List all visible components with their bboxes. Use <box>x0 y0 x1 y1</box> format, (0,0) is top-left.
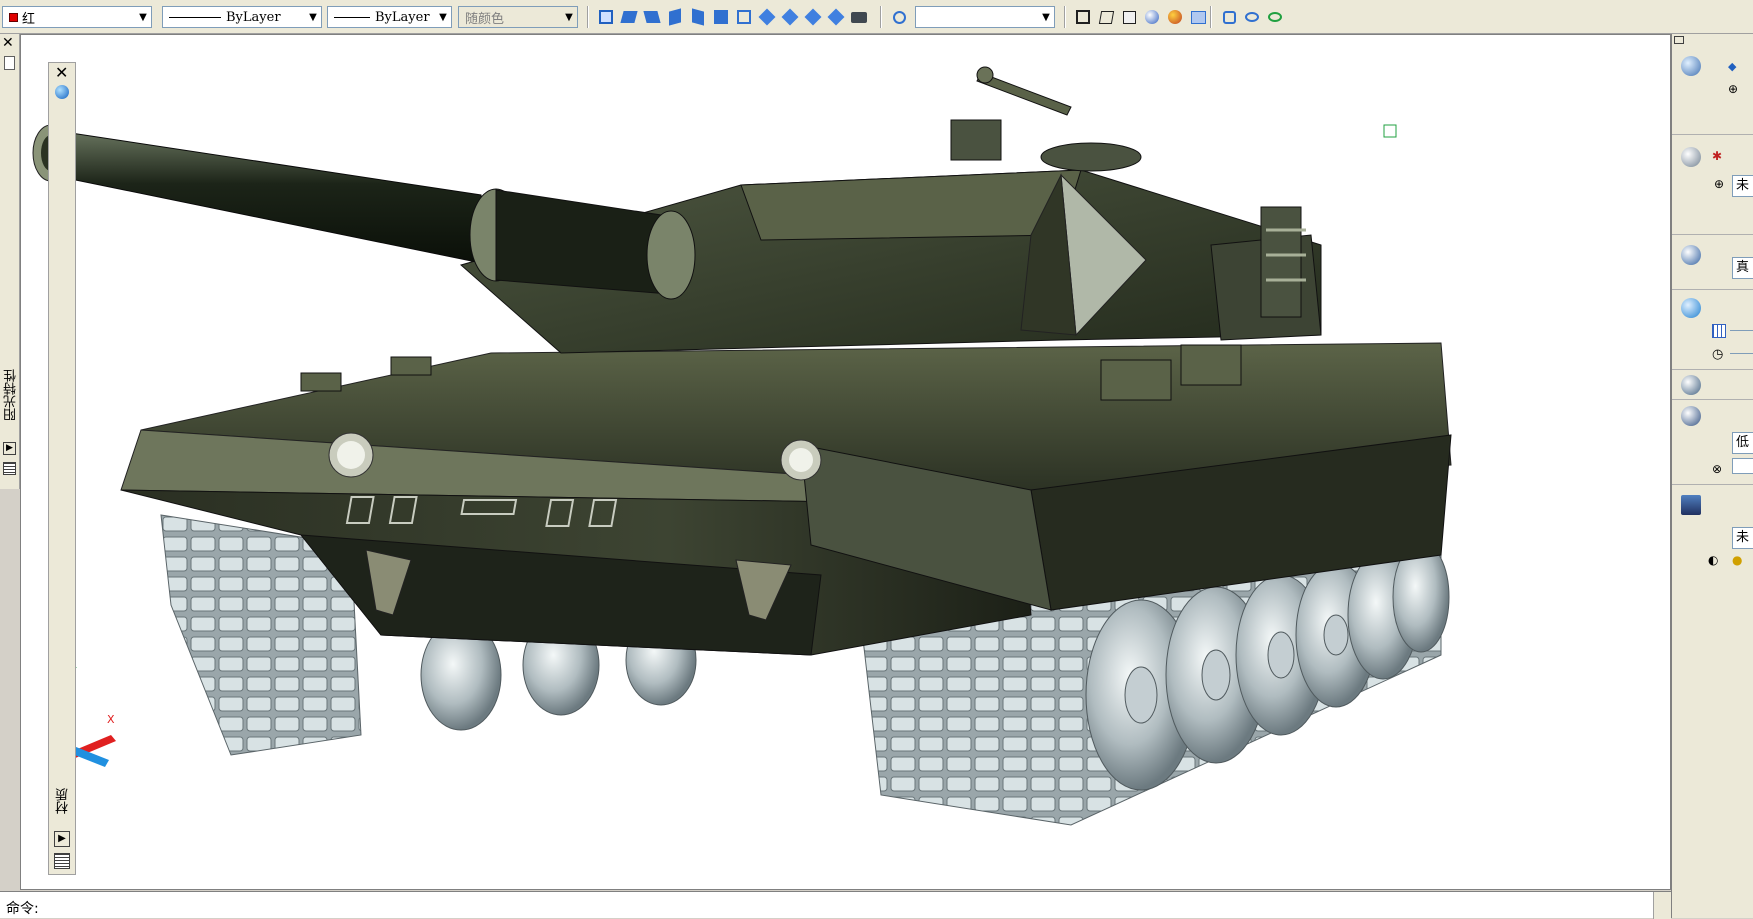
box-icon[interactable]: ◆ <box>1728 60 1736 73</box>
front-view-icon[interactable] <box>710 6 732 28</box>
orbit-tool-icon[interactable]: ✱ <box>1712 149 1722 163</box>
plotstyle-combo[interactable]: 随颜色 ▼ <box>458 6 578 28</box>
dashboard-field-3[interactable]: 低 <box>1732 432 1753 454</box>
ne-iso-icon[interactable] <box>802 6 824 28</box>
dashboard-field-4[interactable]: 未 <box>1732 527 1753 549</box>
view-toolbar <box>595 6 870 28</box>
nw-iso-icon[interactable] <box>825 6 847 28</box>
expand-icon[interactable]: ▶ <box>3 442 16 455</box>
sun-properties-label: 阳光特性 <box>4 369 19 421</box>
properties-menu-icon[interactable] <box>54 853 70 869</box>
properties-menu-icon[interactable] <box>3 462 16 475</box>
layers-icon[interactable] <box>1681 495 1701 515</box>
tank-3d-model: X Y <box>32 66 1452 826</box>
render-icon[interactable] <box>1681 406 1701 426</box>
conceptual-icon[interactable] <box>1164 6 1186 28</box>
materials-icon[interactable] <box>1681 375 1701 395</box>
color-combo[interactable]: 红 ▼ <box>2 6 152 28</box>
plotstyle-value: 随颜色 <box>465 11 505 27</box>
grip-marker[interactable] <box>1383 124 1397 138</box>
visual-styles-manager-icon[interactable] <box>1187 6 1209 28</box>
navigation-toolbar <box>1218 6 1286 28</box>
close-icon[interactable]: ✕ <box>2 36 14 50</box>
dashboard-field-2[interactable]: 真 <box>1732 257 1753 279</box>
command-line[interactable]: 命令: <box>0 891 1671 919</box>
back-view-icon[interactable] <box>733 6 755 28</box>
drawing-viewport[interactable]: X Y <box>20 34 1671 890</box>
lineweight-value: ByLayer <box>375 9 430 25</box>
lights-icon[interactable] <box>1681 298 1701 318</box>
left-view-icon[interactable] <box>664 6 686 28</box>
close-icon[interactable]: ✕ <box>55 65 68 81</box>
layer-state-icon[interactable]: ◐ <box>1708 553 1718 567</box>
se-iso-icon[interactable] <box>779 6 801 28</box>
lightbulb-icon[interactable]: ● <box>1732 553 1742 567</box>
view-combo[interactable]: ▼ <box>915 6 1055 28</box>
right-view-icon[interactable] <box>687 6 709 28</box>
main-gun-barrel <box>50 129 492 266</box>
minimize-icon[interactable] <box>1674 36 1684 44</box>
commander-cupola <box>950 119 1002 161</box>
expand-icon[interactable]: ▶ <box>54 831 70 847</box>
pan-icon[interactable] <box>1218 6 1240 28</box>
3d-make-icon[interactable] <box>1681 56 1701 76</box>
named-views-icon[interactable] <box>595 6 617 28</box>
camera-icon[interactable] <box>848 6 870 28</box>
render-option-field[interactable] <box>1732 458 1753 474</box>
sun-properties-palette: ✕ 阳光特性 ▶ <box>0 34 20 489</box>
chevron-down-icon[interactable]: ▼ <box>435 7 451 27</box>
3d-wireframe-icon[interactable] <box>1095 6 1117 28</box>
linetype-value: ByLayer <box>226 9 281 25</box>
grid-icon[interactable] <box>1712 324 1726 338</box>
free-orbit-icon[interactable] <box>1264 6 1286 28</box>
chevron-down-icon[interactable]: ▼ <box>561 7 577 27</box>
ucs-toggle-icon[interactable]: ⊕ <box>1728 82 1738 96</box>
properties-toolbar: 红 ▼ ByLayer ▼ ByLayer ▼ 随颜色 ▼ ▼ <box>0 0 1753 34</box>
2d-wireframe-icon[interactable] <box>1072 6 1094 28</box>
linetype-combo[interactable]: ByLayer ▼ <box>162 6 322 28</box>
palette-handle[interactable] <box>4 56 15 70</box>
zoom-icon[interactable]: ⊕ <box>1714 177 1724 191</box>
realistic-icon[interactable] <box>1141 6 1163 28</box>
chevron-down-icon[interactable]: ▼ <box>305 7 321 27</box>
materials-label: 材质 <box>56 788 71 814</box>
top-view-icon[interactable] <box>618 6 640 28</box>
dashboard-field-1[interactable]: 未 <box>1732 175 1753 197</box>
materials-palette: ✕ 材质 ▶ <box>48 62 76 875</box>
sw-iso-icon[interactable] <box>756 6 778 28</box>
navigation-icon[interactable] <box>1681 147 1701 167</box>
visual-style-icon[interactable] <box>1681 245 1701 265</box>
color-value: 红 <box>22 11 36 27</box>
chevron-down-icon[interactable]: ▼ <box>135 7 151 27</box>
chevron-down-icon[interactable]: ▼ <box>1038 7 1054 27</box>
settings-icon[interactable]: ⊗ <box>1712 462 1722 476</box>
color-swatch <box>9 12 18 22</box>
orbit-icon[interactable] <box>888 6 910 28</box>
3d-hidden-icon[interactable] <box>1118 6 1140 28</box>
constrained-orbit-icon[interactable] <box>1241 6 1263 28</box>
ucs-x-label: X <box>107 713 115 726</box>
command-scrollbar[interactable] <box>1653 892 1671 919</box>
smoke-launchers <box>1260 206 1306 318</box>
lineweight-combo[interactable]: ByLayer ▼ <box>327 6 452 28</box>
dashboard-palette: ◆ ⊕ ✱ ⊕ 未 真 ◷ 低 ⊗ 未 ◐ ● <box>1671 34 1753 918</box>
bottom-view-icon[interactable] <box>641 6 663 28</box>
clock-icon[interactable]: ◷ <box>1712 347 1723 362</box>
globe-icon[interactable] <box>55 85 69 99</box>
visual-styles-toolbar <box>1072 6 1209 28</box>
command-prompt: 命令: <box>6 901 39 917</box>
